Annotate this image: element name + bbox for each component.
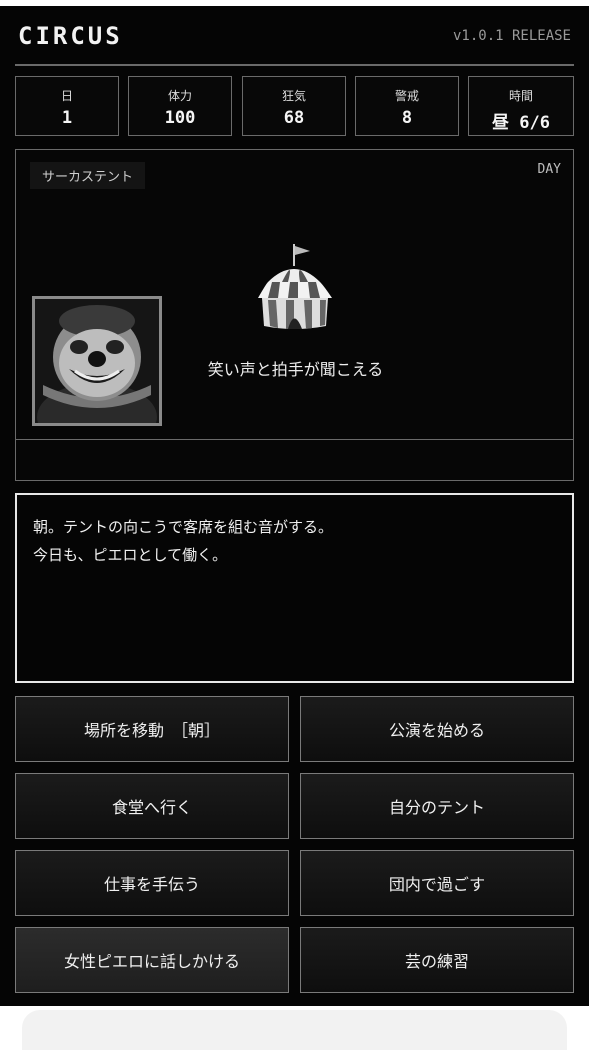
stat-stamina: 体力 100 [128,76,232,136]
scene-panel: サーカステント DAY 笑い声と拍手が聞こえる [15,149,574,481]
stat-label: 警戒 [394,89,419,103]
stat-value: 68 [283,108,305,128]
stat-alert: 警戒 8 [355,76,459,136]
scene-text: 笑い声と拍手が聞こえる [207,360,384,379]
message-line: 今日も、ピエロとして働く。 [33,546,228,564]
start-performance-button[interactable]: 公演を始める [300,696,574,762]
scene-description: 笑い声と拍手が聞こえる [16,356,575,380]
browser-bottom-bar [22,1010,567,1050]
stat-time: 時間 昼 6/6 [468,76,574,136]
header: CIRCUS v1.0.1 RELEASE [18,22,571,62]
stat-label: 体力 [167,89,192,103]
stat-label: 日 [60,89,73,103]
practice-act-button[interactable]: 芸の練習 [300,927,574,993]
stat-value: 1 [61,108,73,128]
stat-value: 昼 6/6 [492,113,550,133]
help-work-button[interactable]: 仕事を手伝う [15,850,289,916]
stats-bar: 日 1 体力 100 狂気 68 警戒 8 時間 昼 6/6 [15,76,574,138]
stat-day: 日 1 [15,76,119,136]
stat-value: 100 [164,108,196,128]
circus-tent-icon [258,244,332,329]
stat-value: 8 [401,108,413,128]
scene-divider [16,439,573,440]
stat-madness: 狂気 68 [242,76,346,136]
game-title: CIRCUS [18,22,123,50]
stat-label: 時間 [508,89,533,103]
stat-label: 狂気 [281,89,306,103]
message-box: 朝。テントの向こうで客席を組む音がする。 今日も、ピエロとして働く。 [15,493,574,683]
phase-tag: DAY [537,162,561,177]
location-tag: サーカステント [30,162,146,189]
spend-time-in-troupe-button[interactable]: 団内で過ごす [300,850,574,916]
game-screen: CIRCUS v1.0.1 RELEASE 日 1 体力 100 狂気 68 警… [0,6,589,1006]
talk-female-clown-button[interactable]: 女性ピエロに話しかける [15,927,289,993]
go-cafeteria-button[interactable]: 食堂へ行く [15,773,289,839]
header-divider [15,64,574,66]
own-tent-button[interactable]: 自分のテント [300,773,574,839]
message-line: 朝。テントの向こうで客席を組む音がする。 [33,518,334,536]
version-label: v1.0.1 RELEASE [452,28,571,44]
move-location-button[interactable]: 場所を移動 ［朝］ [15,696,289,762]
